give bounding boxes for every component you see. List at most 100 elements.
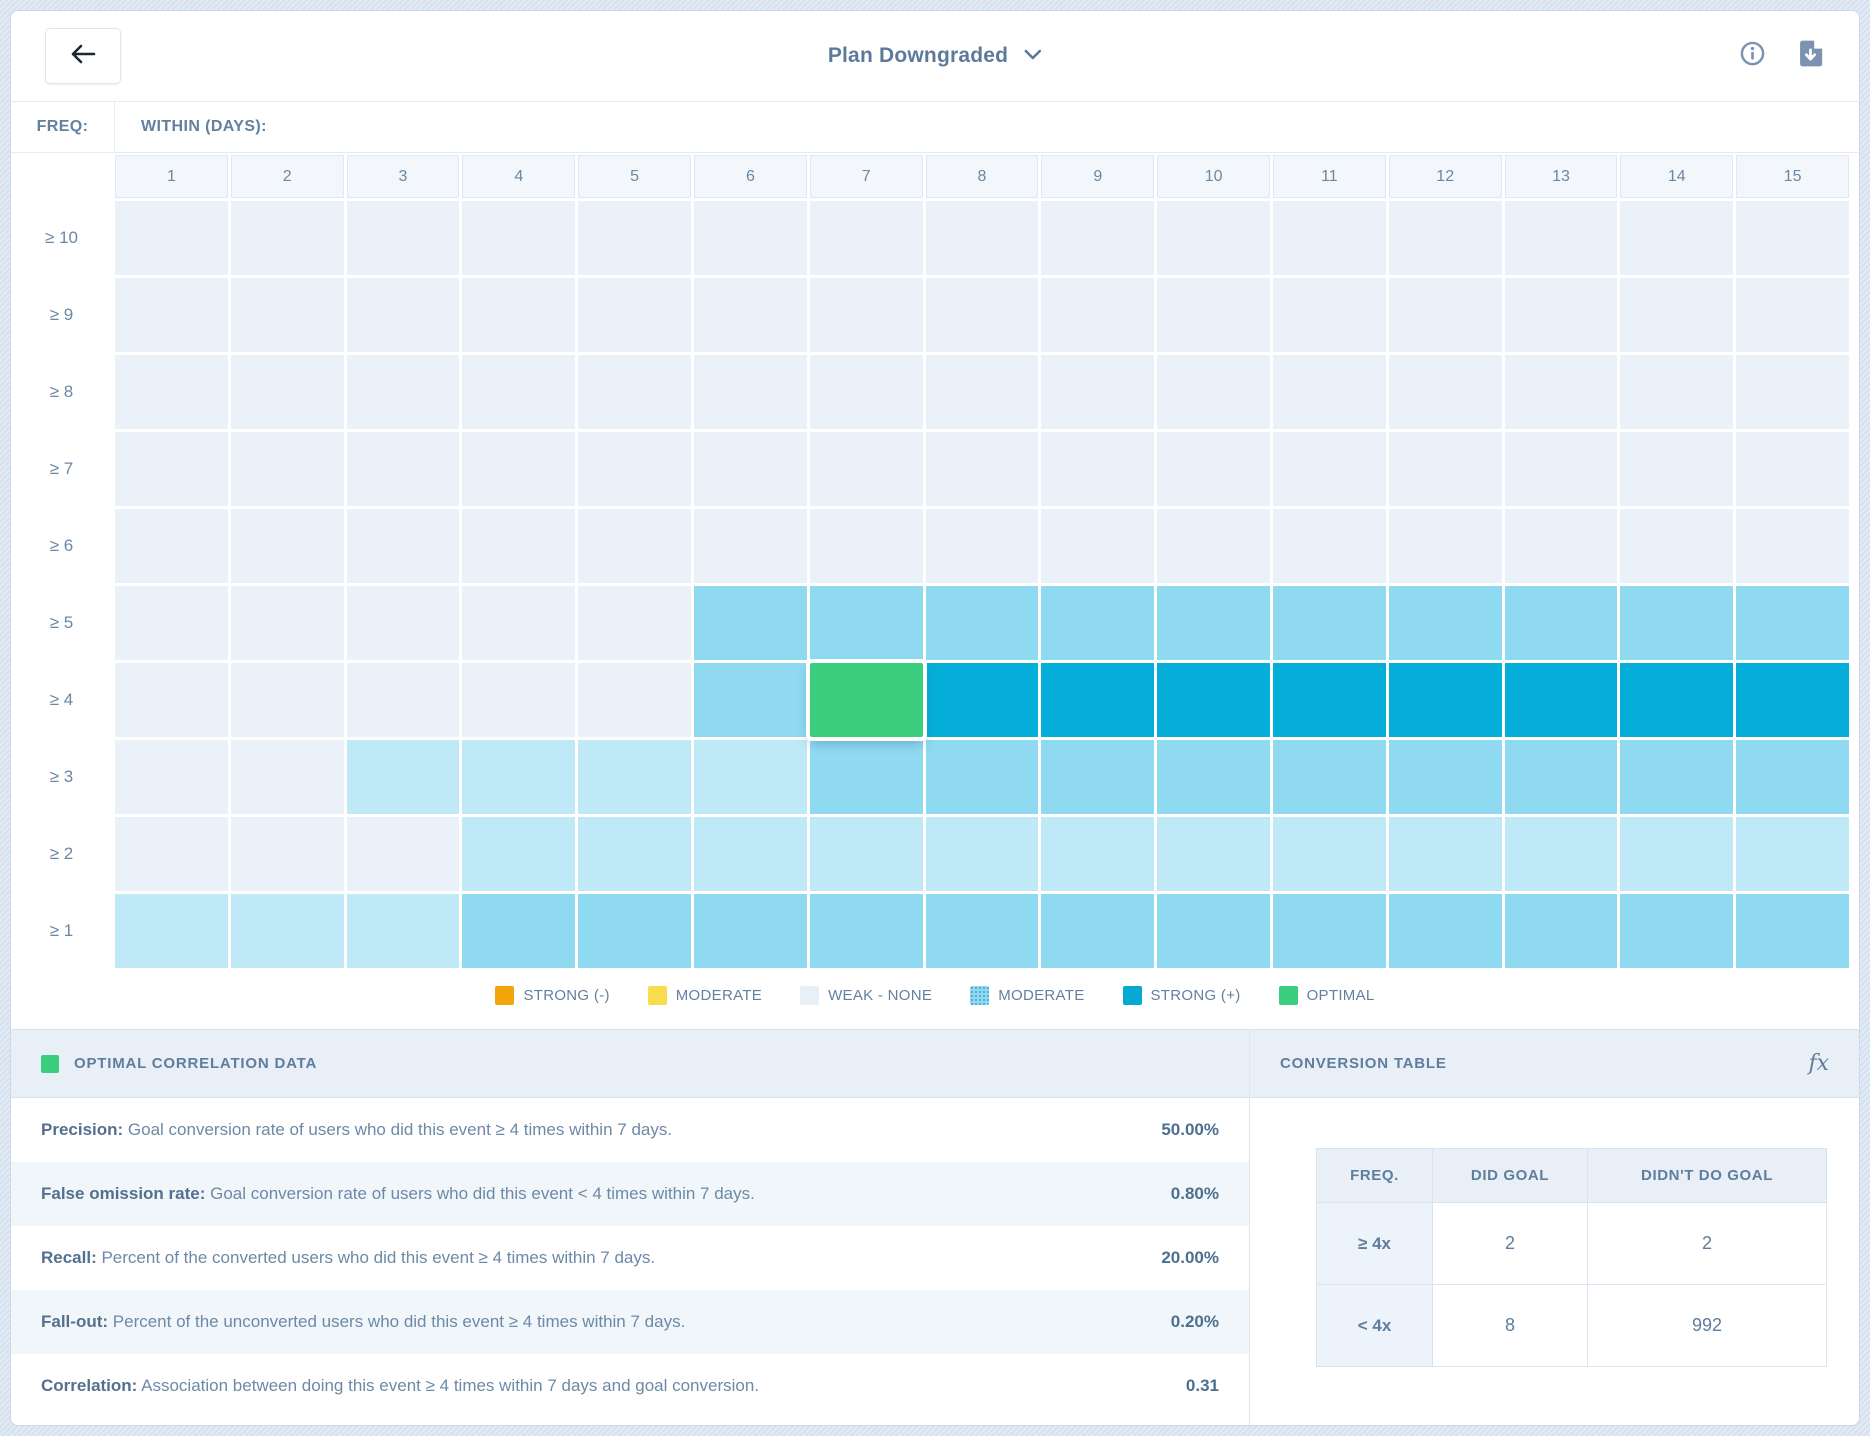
heatmap-cell-≥8-4[interactable] bbox=[462, 355, 575, 429]
heatmap-cell-≥9-15[interactable] bbox=[1736, 278, 1849, 352]
heatmap-cell-≥2-7[interactable] bbox=[810, 817, 923, 891]
heatmap-cell-≥10-3[interactable] bbox=[347, 201, 460, 275]
heatmap-cell-≥7-9[interactable] bbox=[1041, 432, 1154, 506]
heatmap-cell-≥9-12[interactable] bbox=[1389, 278, 1502, 352]
heatmap-cell-≥4-6[interactable] bbox=[694, 663, 807, 737]
info-button[interactable] bbox=[1737, 41, 1767, 71]
heatmap-cell-≥10-14[interactable] bbox=[1620, 201, 1733, 275]
heatmap-cell-≥4-13[interactable] bbox=[1505, 663, 1618, 737]
heatmap-cell-≥5-10[interactable] bbox=[1157, 586, 1270, 660]
heatmap-cell-≥5-6[interactable] bbox=[694, 586, 807, 660]
heatmap-cell-≥10-11[interactable] bbox=[1273, 201, 1386, 275]
heatmap-cell-≥9-5[interactable] bbox=[578, 278, 691, 352]
heatmap-cell-≥3-3[interactable] bbox=[347, 740, 460, 814]
heatmap-cell-≥4-2[interactable] bbox=[231, 663, 344, 737]
heatmap-cell-≥4-14[interactable] bbox=[1620, 663, 1733, 737]
heatmap-cell-≥10-6[interactable] bbox=[694, 201, 807, 275]
heatmap-cell-≥5-11[interactable] bbox=[1273, 586, 1386, 660]
heatmap-cell-≥9-10[interactable] bbox=[1157, 278, 1270, 352]
heatmap-cell-≥8-5[interactable] bbox=[578, 355, 691, 429]
heatmap-cell-≥3-12[interactable] bbox=[1389, 740, 1502, 814]
heatmap-cell-≥7-13[interactable] bbox=[1505, 432, 1618, 506]
heatmap-cell-≥7-1[interactable] bbox=[115, 432, 228, 506]
heatmap-cell-≥6-6[interactable] bbox=[694, 509, 807, 583]
back-button[interactable] bbox=[45, 28, 121, 84]
heatmap-cell-≥9-9[interactable] bbox=[1041, 278, 1154, 352]
heatmap-cell-≥5-2[interactable] bbox=[231, 586, 344, 660]
heatmap-cell-≥4-1[interactable] bbox=[115, 663, 228, 737]
heatmap-cell-≥1-9[interactable] bbox=[1041, 894, 1154, 968]
heatmap-cell-≥1-4[interactable] bbox=[462, 894, 575, 968]
heatmap-cell-≥8-10[interactable] bbox=[1157, 355, 1270, 429]
heatmap-cell-≥1-12[interactable] bbox=[1389, 894, 1502, 968]
heatmap-cell-≥10-5[interactable] bbox=[578, 201, 691, 275]
heatmap-cell-≥8-13[interactable] bbox=[1505, 355, 1618, 429]
heatmap-cell-≥4-9[interactable] bbox=[1041, 663, 1154, 737]
heatmap-cell-≥9-3[interactable] bbox=[347, 278, 460, 352]
heatmap-cell-≥4-8[interactable] bbox=[926, 663, 1039, 737]
heatmap-cell-≥6-9[interactable] bbox=[1041, 509, 1154, 583]
heatmap-cell-≥10-10[interactable] bbox=[1157, 201, 1270, 275]
heatmap-cell-≥5-4[interactable] bbox=[462, 586, 575, 660]
heatmap-cell-≥6-11[interactable] bbox=[1273, 509, 1386, 583]
heatmap-cell-≥5-8[interactable] bbox=[926, 586, 1039, 660]
heatmap-cell-≥4-11[interactable] bbox=[1273, 663, 1386, 737]
heatmap-cell-≥7-2[interactable] bbox=[231, 432, 344, 506]
heatmap-cell-≥8-8[interactable] bbox=[926, 355, 1039, 429]
heatmap-cell-≥9-6[interactable] bbox=[694, 278, 807, 352]
heatmap-cell-≥5-15[interactable] bbox=[1736, 586, 1849, 660]
heatmap-cell-≥7-12[interactable] bbox=[1389, 432, 1502, 506]
heatmap-cell-≥4-12[interactable] bbox=[1389, 663, 1502, 737]
heatmap-cell-≥3-8[interactable] bbox=[926, 740, 1039, 814]
heatmap-cell-≥9-8[interactable] bbox=[926, 278, 1039, 352]
heatmap-cell-≥6-3[interactable] bbox=[347, 509, 460, 583]
heatmap-cell-≥3-5[interactable] bbox=[578, 740, 691, 814]
heatmap-cell-≥8-11[interactable] bbox=[1273, 355, 1386, 429]
heatmap-cell-≥1-2[interactable] bbox=[231, 894, 344, 968]
heatmap-cell-≥2-2[interactable] bbox=[231, 817, 344, 891]
heatmap-cell-≥6-2[interactable] bbox=[231, 509, 344, 583]
heatmap-cell-≥10-7[interactable] bbox=[810, 201, 923, 275]
heatmap-cell-≥4-15[interactable] bbox=[1736, 663, 1849, 737]
heatmap-cell-≥5-3[interactable] bbox=[347, 586, 460, 660]
heatmap-cell-≥4-3[interactable] bbox=[347, 663, 460, 737]
heatmap-cell-≥10-8[interactable] bbox=[926, 201, 1039, 275]
heatmap-cell-≥3-13[interactable] bbox=[1505, 740, 1618, 814]
heatmap-cell-≥9-7[interactable] bbox=[810, 278, 923, 352]
heatmap-cell-≥2-3[interactable] bbox=[347, 817, 460, 891]
heatmap-cell-≥8-6[interactable] bbox=[694, 355, 807, 429]
heatmap-cell-≥1-10[interactable] bbox=[1157, 894, 1270, 968]
heatmap-cell-≥1-7[interactable] bbox=[810, 894, 923, 968]
heatmap-cell-≥3-15[interactable] bbox=[1736, 740, 1849, 814]
heatmap-cell-≥3-14[interactable] bbox=[1620, 740, 1733, 814]
heatmap-cell-≥6-4[interactable] bbox=[462, 509, 575, 583]
heatmap-cell-≥9-2[interactable] bbox=[231, 278, 344, 352]
heatmap-cell-≥3-7[interactable] bbox=[810, 740, 923, 814]
heatmap-cell-≥7-7[interactable] bbox=[810, 432, 923, 506]
formula-fx-icon[interactable]: fx bbox=[1808, 1051, 1829, 1076]
heatmap-cell-≥9-4[interactable] bbox=[462, 278, 575, 352]
heatmap-cell-≥8-14[interactable] bbox=[1620, 355, 1733, 429]
heatmap-cell-≥3-9[interactable] bbox=[1041, 740, 1154, 814]
heatmap-cell-≥7-3[interactable] bbox=[347, 432, 460, 506]
heatmap-cell-≥2-11[interactable] bbox=[1273, 817, 1386, 891]
heatmap-cell-≥2-6[interactable] bbox=[694, 817, 807, 891]
heatmap-cell-≥1-3[interactable] bbox=[347, 894, 460, 968]
heatmap-cell-≥1-15[interactable] bbox=[1736, 894, 1849, 968]
heatmap-cell-≥8-12[interactable] bbox=[1389, 355, 1502, 429]
heatmap-cell-≥3-4[interactable] bbox=[462, 740, 575, 814]
heatmap-cell-≥10-2[interactable] bbox=[231, 201, 344, 275]
heatmap-cell-≥5-12[interactable] bbox=[1389, 586, 1502, 660]
heatmap-cell-≥6-12[interactable] bbox=[1389, 509, 1502, 583]
heatmap-cell-≥3-2[interactable] bbox=[231, 740, 344, 814]
heatmap-cell-≥7-14[interactable] bbox=[1620, 432, 1733, 506]
heatmap-cell-≥4-5[interactable] bbox=[578, 663, 691, 737]
heatmap-cell-≥4-7[interactable] bbox=[810, 663, 923, 737]
heatmap-cell-≥9-14[interactable] bbox=[1620, 278, 1733, 352]
heatmap-cell-≥5-5[interactable] bbox=[578, 586, 691, 660]
heatmap-cell-≥8-1[interactable] bbox=[115, 355, 228, 429]
heatmap-cell-≥4-10[interactable] bbox=[1157, 663, 1270, 737]
heatmap-cell-≥6-7[interactable] bbox=[810, 509, 923, 583]
heatmap-cell-≥8-7[interactable] bbox=[810, 355, 923, 429]
heatmap-cell-≥9-1[interactable] bbox=[115, 278, 228, 352]
